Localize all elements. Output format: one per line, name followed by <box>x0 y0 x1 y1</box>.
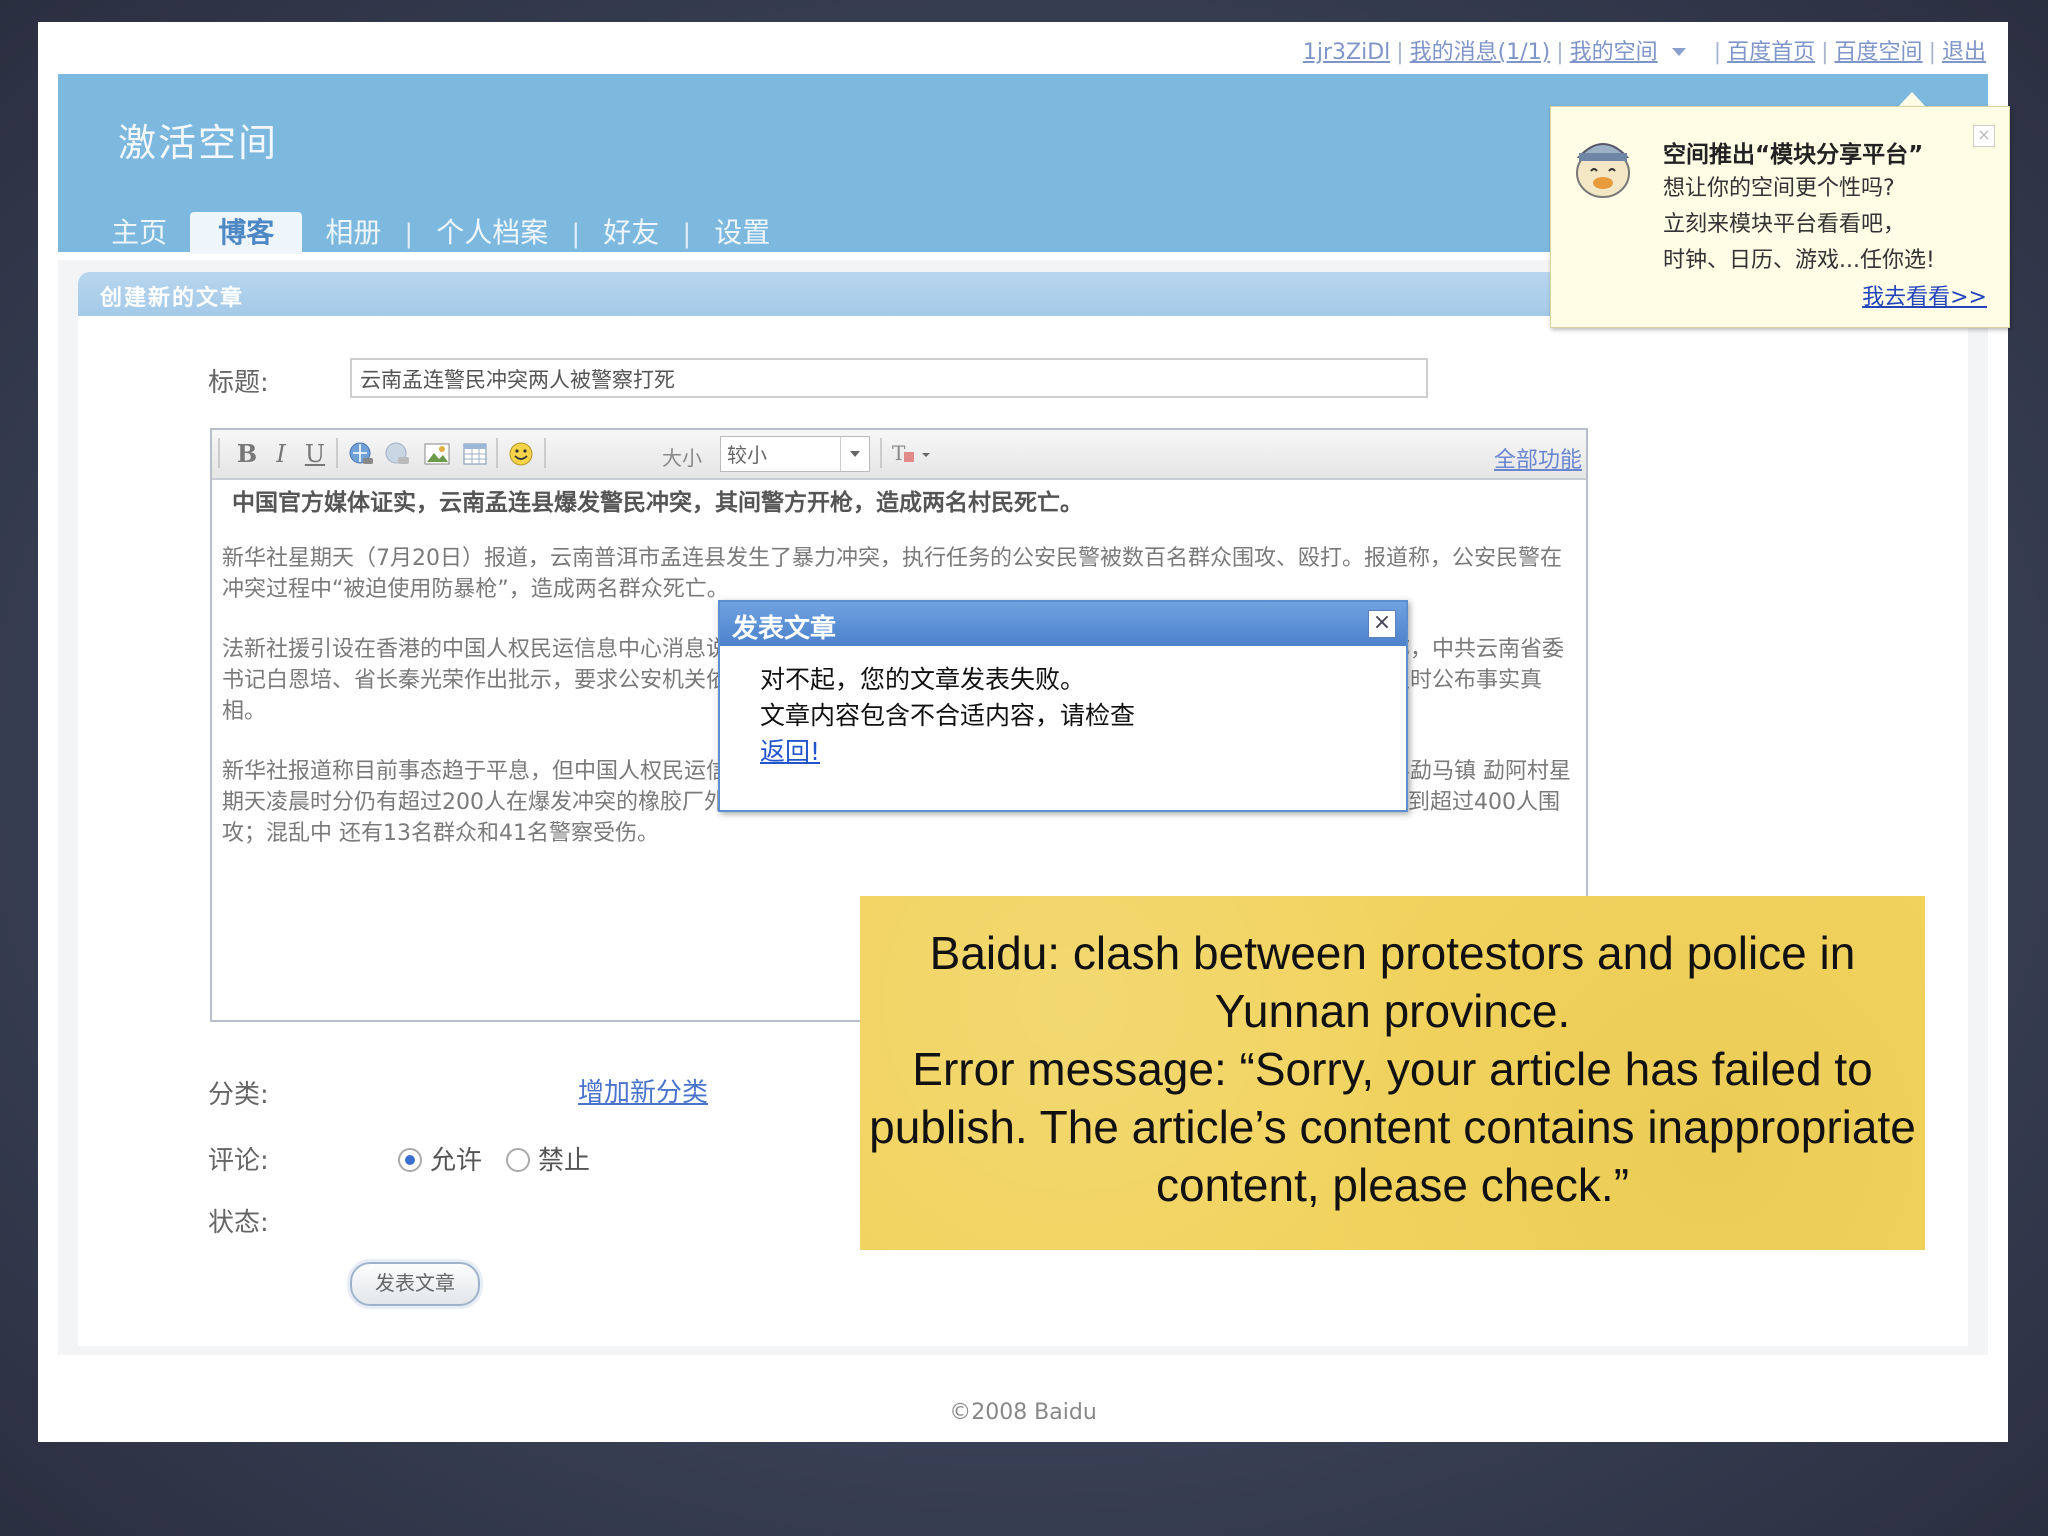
table-icon[interactable] <box>460 440 490 468</box>
promo-line: 立刻来模块平台看看吧， <box>1663 212 1906 237</box>
link-icon[interactable] <box>346 440 376 468</box>
close-icon[interactable]: × <box>1973 125 1995 147</box>
nav-settings[interactable]: 设置 <box>696 209 788 257</box>
category-label: 分类: <box>208 1080 269 1110</box>
dialog-title: 发表文章 <box>732 614 837 644</box>
toolbar-divider <box>218 438 220 468</box>
publish-button[interactable]: 发表文章 <box>350 1262 480 1306</box>
promo-line: 时钟、日历、游戏...任你选! <box>1663 248 1935 273</box>
title-label: 标题: <box>208 368 269 398</box>
comment-allow-option[interactable]: 允许 <box>398 1140 482 1177</box>
close-icon[interactable]: × <box>1368 610 1396 638</box>
site-title[interactable]: 激活空间 <box>118 112 278 167</box>
baidu-home-link[interactable]: 百度首页 <box>1727 40 1815 65</box>
status-label: 状态: <box>208 1208 269 1238</box>
chevron-down-icon[interactable] <box>840 437 869 471</box>
svg-text:T: T <box>892 441 906 465</box>
caption-overlay: Baidu: clash between protestors and poli… <box>860 896 1925 1250</box>
comment-forbid-option[interactable]: 禁止 <box>506 1140 590 1177</box>
toolbar-divider <box>336 438 338 468</box>
separator: | <box>1713 40 1722 65</box>
dialog-header: 发表文章 × <box>720 602 1406 646</box>
section-title: 创建新的文章 <box>100 286 245 311</box>
title-input[interactable]: 云南孟连警民冲突两人被警察打死 <box>350 358 1428 398</box>
nav-blog[interactable]: 博客 <box>190 212 303 254</box>
image-icon[interactable] <box>422 440 452 468</box>
promo-text: 想让你的空间更个性吗? 立刻来模块平台看看吧， 时钟、日历、游戏...任你选! <box>1663 171 1935 279</box>
all-features-link[interactable]: 全部功能 <box>1494 442 1582 474</box>
radio-allow-label: 允许 <box>430 1146 483 1176</box>
separator: | <box>1556 40 1564 65</box>
italic-icon[interactable]: I <box>266 440 296 468</box>
nav-separator: | <box>682 219 692 249</box>
publish-error-dialog: 发表文章 × 对不起，您的文章发表失败。 文章内容包含不合适内容，请检查 返回! <box>718 600 1408 812</box>
smiley-icon[interactable] <box>506 440 536 468</box>
nav-profile[interactable]: 个人档案 <box>418 209 566 257</box>
mascot-icon <box>1569 127 1637 201</box>
radio-allow[interactable] <box>398 1148 422 1172</box>
nav-separator: | <box>404 219 414 249</box>
separator: | <box>1396 40 1404 65</box>
promo-tooltip: 空间推出“模块分享平台” 想让你的空间更个性吗? 立刻来模块平台看看吧， 时钟、… <box>1550 106 2010 328</box>
editor-lead-paragraph: 中国官方媒体证实，云南孟连县爆发警民冲突，其间警方开枪，造成两名村民死亡。 <box>232 490 1083 516</box>
caption-text: Baidu: clash between protestors and poli… <box>869 927 1916 1211</box>
nav-friends[interactable]: 好友 <box>585 209 677 257</box>
underline-icon[interactable]: U <box>300 440 330 468</box>
font-size-label: 大小 <box>662 446 702 470</box>
logout-link[interactable]: 退出 <box>1942 40 1986 65</box>
radio-forbid-label: 禁止 <box>538 1146 591 1176</box>
copyright: ©2008 Baidu <box>949 1400 1097 1425</box>
font-size-select[interactable]: 较小 <box>720 436 870 472</box>
separator: | <box>1928 40 1936 65</box>
toolbar-divider <box>496 438 498 468</box>
username-link[interactable]: 1jr3ZiDl <box>1303 40 1390 65</box>
baidu-space-link[interactable]: 百度空间 <box>1835 40 1923 65</box>
promo-title: 空间推出“模块分享平台” <box>1663 142 1924 168</box>
return-link[interactable]: 返回! <box>760 737 820 766</box>
nav-separator: | <box>571 219 581 249</box>
font-color-icon[interactable]: T <box>890 440 938 468</box>
toolbar-divider <box>880 438 882 468</box>
chevron-down-icon[interactable] <box>1671 48 1686 56</box>
error-detail: 文章内容包含不合适内容，请检查 <box>760 701 1136 730</box>
font-size-value: 较小 <box>727 443 767 467</box>
nav-album[interactable]: 相册 <box>307 209 399 257</box>
tooltip-arrow <box>1898 92 1926 107</box>
toolbar-divider <box>544 438 546 468</box>
messages-link[interactable]: 我的消息(1/1) <box>1410 40 1551 65</box>
error-message: 对不起，您的文章发表失败。 <box>760 665 1086 694</box>
separator: | <box>1821 40 1829 65</box>
radio-forbid[interactable] <box>506 1148 530 1172</box>
promo-line: 想让你的空间更个性吗? <box>1663 176 1895 201</box>
editor-paragraph: 新华社星期天（7月20日）报道，云南普洱市孟连县发生了暴力冲突，执行任务的公安民… <box>222 546 1562 602</box>
unlink-icon[interactable] <box>382 440 412 468</box>
editor-toolbar: B I U 大小 较小 T 全部功能 <box>212 430 1586 480</box>
comment-label: 评论: <box>208 1146 269 1176</box>
add-category-link[interactable]: 增加新分类 <box>578 1072 708 1109</box>
top-links-bar: 1jr3ZiDl | 我的消息(1/1) | 我的空间 | 百度首页 | 百度空间 | 退出 <box>1303 34 1986 66</box>
dialog-body: 对不起，您的文章发表失败。 文章内容包含不合适内容，请检查 返回! <box>760 662 1135 770</box>
nav-home[interactable]: 主页 <box>93 209 185 257</box>
promo-link[interactable]: 我去看看>> <box>1862 279 1987 311</box>
myspace-link[interactable]: 我的空间 <box>1570 40 1658 65</box>
bold-icon[interactable]: B <box>232 440 262 468</box>
